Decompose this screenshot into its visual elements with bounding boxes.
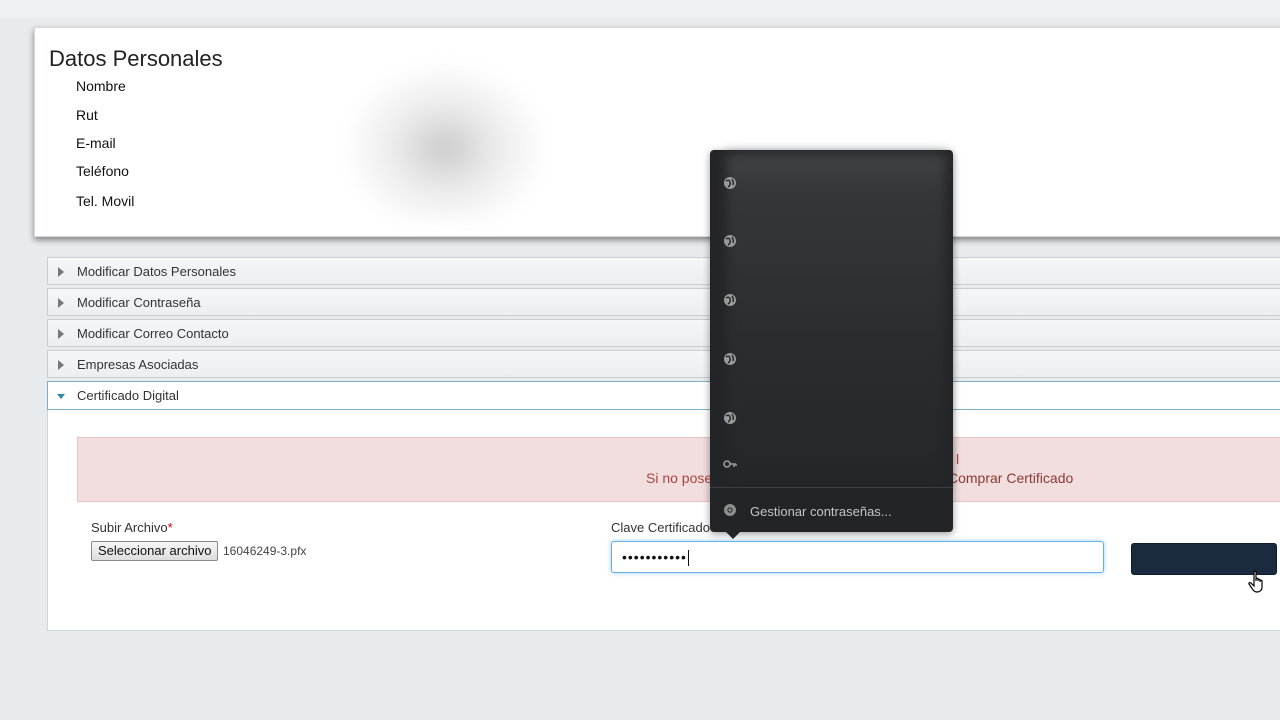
password-label: Clave Certificado — [611, 520, 710, 535]
upload-label-text: Subir Archivo — [91, 520, 168, 535]
chevron-right-icon — [58, 329, 64, 339]
hand-cursor-icon — [1248, 570, 1263, 593]
accordion-modificar-correo[interactable]: Modificar Correo Contacto — [47, 319, 1280, 347]
field-label-email: E-mail — [76, 135, 116, 151]
globe-icon[interactable] — [723, 293, 737, 307]
popup-divider — [710, 487, 953, 488]
accordion-empresas-asociadas[interactable]: Empresas Asociadas — [47, 350, 1280, 378]
accordion-label: Modificar Contraseña — [77, 295, 201, 310]
field-label-tel-movil: Tel. Movil — [76, 193, 135, 209]
selected-file-name: 16046249-3.pfx — [223, 544, 307, 558]
datos-personales-card: Datos Personales Nombre Rut E-mail Teléf… — [34, 27, 1280, 237]
globe-icon[interactable] — [723, 411, 737, 425]
text-caret — [687, 550, 689, 567]
blurred-saved-accounts — [726, 154, 946, 484]
accordion-label: Empresas Asociadas — [77, 357, 199, 372]
accordion-certificado-digital[interactable]: Certificado Digital — [47, 381, 1280, 410]
globe-icon[interactable] — [723, 352, 737, 366]
select-file-button[interactable]: Seleccionar archivo — [91, 541, 219, 561]
field-label-rut: Rut — [76, 107, 98, 123]
chevron-right-icon — [58, 360, 64, 370]
accordion-label: Certificado Digital — [77, 388, 179, 403]
alert-line2-left: Si no pose — [646, 470, 713, 486]
manage-passwords-link[interactable]: Gestionar contraseñas... — [750, 504, 892, 519]
globe-icon[interactable] — [723, 234, 737, 248]
popup-pointer — [726, 532, 740, 539]
top-strip — [0, 0, 1280, 18]
chrome-icon — [724, 504, 736, 516]
required-mark: * — [167, 520, 173, 535]
comprar-certificado-link[interactable]: Comprar Certificado — [948, 470, 1073, 486]
accordion-label: Modificar Correo Contacto — [77, 326, 229, 341]
upload-label: Subir Archivo* — [91, 520, 173, 535]
datos-personales-title: Datos Personales — [49, 46, 223, 71]
globe-icon[interactable] — [723, 176, 737, 190]
password-autofill-popup: Gestionar contraseñas... — [710, 150, 953, 539]
field-label-nombre: Nombre — [76, 78, 126, 94]
alert-line1: l — [956, 451, 960, 467]
password-field[interactable]: ••••••••••• — [611, 541, 1104, 573]
field-label-telefono: Teléfono — [76, 163, 129, 179]
blurred-personal-values — [340, 60, 550, 220]
accordion-modificar-datos[interactable]: Modificar Datos Personales — [47, 257, 1280, 285]
accordion-modificar-contrasena[interactable]: Modificar Contraseña — [47, 288, 1280, 316]
chevron-down-icon — [57, 394, 65, 399]
certificate-alert: l Si no pose Comprar Certificado — [77, 437, 1280, 502]
accordion-label: Modificar Datos Personales — [77, 264, 236, 279]
chevron-right-icon — [58, 267, 64, 277]
chevron-right-icon — [58, 298, 64, 308]
certificado-panel: l Si no pose Comprar Certificado Subir A… — [47, 410, 1280, 631]
key-icon[interactable] — [723, 457, 737, 471]
password-value: ••••••••••• — [622, 549, 687, 565]
